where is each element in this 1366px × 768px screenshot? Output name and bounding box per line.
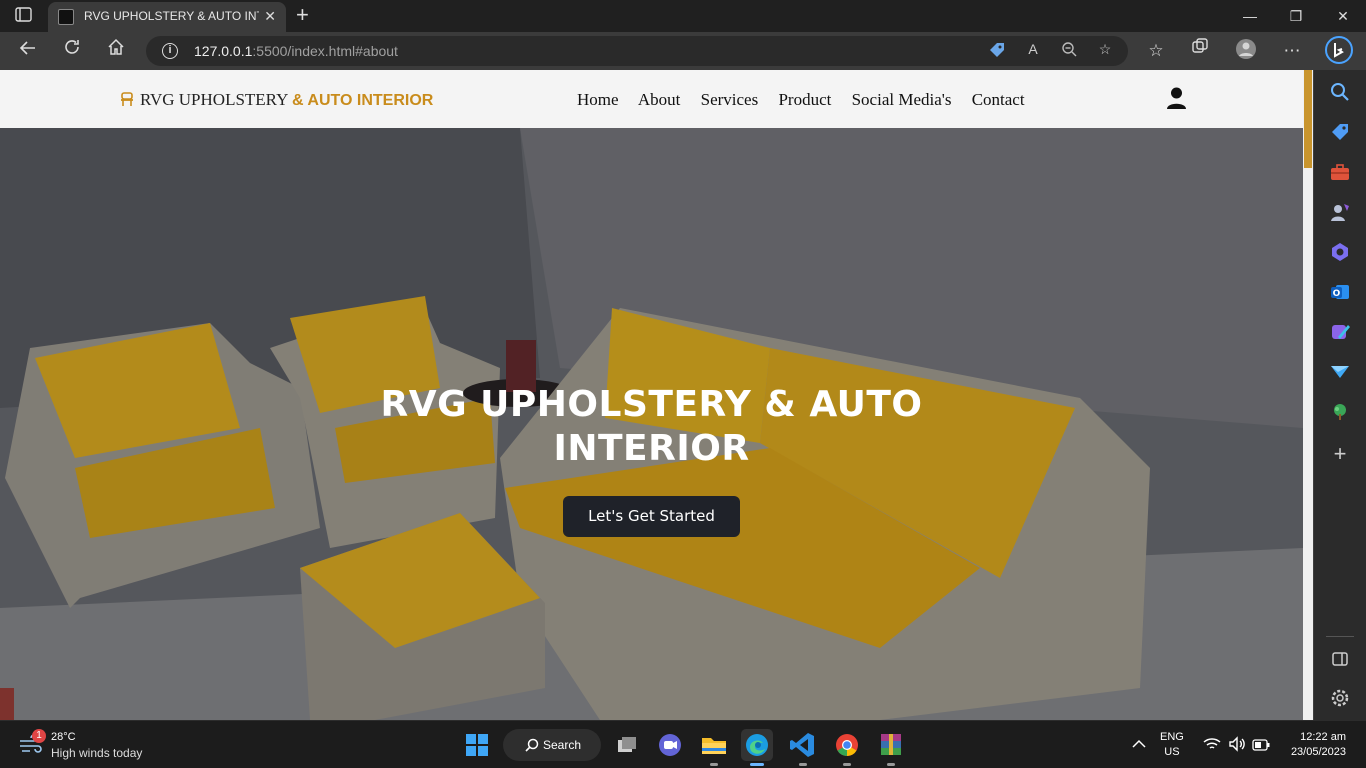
profile-avatar-icon[interactable] — [1232, 38, 1260, 64]
site-logo[interactable]: RVG UPHOLSTERY & AUTO INTERIOR — [120, 90, 433, 110]
running-indicator — [799, 763, 807, 766]
tab-strip: RVG UPHOLSTERY & AUTO INTERIOR ✕ + — ❐ ✕ — [0, 0, 1366, 32]
site-nav: Home About Services Product Social Media… — [577, 90, 1041, 110]
svg-text:O: O — [1333, 289, 1341, 299]
send-icon[interactable] — [1329, 361, 1351, 383]
more-menu-icon[interactable]: ⋯ — [1278, 38, 1306, 64]
nav-services[interactable]: Services — [701, 90, 759, 109]
search-glass-icon — [525, 738, 539, 755]
clock-date: 23/05/2023 — [1290, 746, 1346, 758]
logo-main-text: RVG UPHOLSTERY — [140, 90, 292, 109]
add-favorite-icon[interactable]: ☆ — [1094, 41, 1116, 61]
start-icon[interactable] — [461, 729, 493, 761]
chrome-icon[interactable] — [831, 729, 863, 766]
tools-icon[interactable] — [1329, 161, 1351, 183]
user-icon[interactable] — [1166, 87, 1187, 109]
edge-icon[interactable] — [741, 729, 773, 766]
close-window-button[interactable]: ✕ — [1320, 4, 1366, 28]
weather-temperature[interactable]: 28°C — [51, 731, 76, 743]
nav-home[interactable]: Home — [577, 90, 619, 109]
hero-section: RVG UPHOLSTERY & AUTO INTERIOR Let's Get… — [0, 128, 1303, 720]
sidebar-divider — [1326, 636, 1354, 637]
hero-title-line2: INTERIOR — [553, 428, 750, 469]
nav-about[interactable]: About — [638, 90, 681, 109]
shopping-tag-icon[interactable] — [1329, 121, 1351, 143]
teams-icon[interactable] — [654, 729, 686, 761]
logo-accent-text: & AUTO INTERIOR — [291, 92, 434, 109]
language-code: ENG — [1160, 731, 1184, 743]
winrar-icon[interactable] — [875, 729, 907, 766]
outlook-icon[interactable]: O — [1329, 281, 1351, 303]
site-info-icon[interactable]: i — [162, 43, 178, 59]
region-code: US — [1164, 746, 1180, 758]
new-tab-button[interactable]: + — [296, 2, 309, 28]
taskbar-search[interactable]: Search — [503, 729, 601, 761]
hero-title-line1: RVG UPHOLSTERY & AUTO — [380, 384, 923, 425]
tab-title: RVG UPHOLSTERY & AUTO INTERIOR — [84, 9, 259, 23]
clock[interactable]: 12:22 am 23/05/2023 — [1284, 730, 1346, 760]
chair-icon — [120, 91, 134, 106]
maximize-button[interactable]: ❐ — [1273, 4, 1319, 28]
nav-social-media[interactable]: Social Media's — [852, 90, 952, 109]
get-started-button[interactable]: Let's Get Started — [563, 496, 740, 537]
site-header: RVG UPHOLSTERY & AUTO INTERIOR Home Abou… — [0, 70, 1303, 128]
running-indicator — [843, 763, 851, 766]
add-icon[interactable]: + — [1329, 443, 1351, 465]
nav-contact[interactable]: Contact — [972, 90, 1025, 109]
search-icon[interactable] — [1329, 81, 1351, 103]
site-favicon — [58, 9, 74, 25]
split-screen-icon[interactable] — [1329, 648, 1351, 670]
tab-actions-icon[interactable] — [15, 7, 33, 28]
office-icon[interactable] — [1329, 241, 1351, 263]
hero-title: RVG UPHOLSTERY & AUTO INTERIOR — [350, 383, 953, 471]
designer-icon[interactable] — [1329, 321, 1351, 343]
page-viewport: RVG UPHOLSTERY & AUTO INTERIOR Home Abou… — [0, 70, 1303, 720]
refresh-icon[interactable] — [58, 38, 86, 64]
home-icon[interactable] — [102, 38, 130, 64]
weather-description[interactable]: High winds today — [51, 746, 142, 760]
taskbar: 1 28°C High winds today Search ENG US 12… — [0, 720, 1366, 768]
battery-icon[interactable] — [1252, 738, 1270, 756]
address-bar[interactable]: i 127.0.0.1:5500/index.html#about A ☆ — [146, 36, 1128, 66]
vscode-icon[interactable] — [787, 729, 819, 766]
file-explorer-icon[interactable] — [698, 729, 730, 766]
running-indicator — [710, 763, 718, 766]
weather-alert-badge: 1 — [32, 729, 46, 743]
close-tab-icon[interactable]: ✕ — [264, 8, 276, 25]
url-text[interactable]: 127.0.0.1:5500/index.html#about — [194, 43, 398, 59]
active-indicator — [750, 763, 764, 766]
input-language[interactable]: ENG US — [1160, 730, 1184, 760]
games-icon[interactable] — [1329, 201, 1351, 223]
task-view-icon[interactable] — [611, 729, 643, 761]
taskbar-search-label: Search — [543, 738, 582, 752]
settings-icon[interactable] — [1329, 687, 1351, 709]
scrollbar-thumb[interactable] — [1304, 70, 1312, 168]
clock-time: 12:22 am — [1300, 731, 1346, 743]
collections-icon[interactable] — [1186, 38, 1214, 64]
favorites-icon[interactable]: ☆ — [1142, 38, 1170, 64]
edge-sidebar: O + — [1313, 70, 1366, 720]
browser-toolbar: i 127.0.0.1:5500/index.html#about A ☆ ☆ … — [0, 32, 1366, 70]
tree-icon[interactable] — [1329, 401, 1351, 423]
nav-product[interactable]: Product — [778, 90, 831, 109]
minimize-button[interactable]: — — [1227, 4, 1273, 28]
show-hidden-icons-icon[interactable] — [1132, 736, 1146, 754]
page-scrollbar[interactable] — [1303, 70, 1313, 720]
back-icon[interactable] — [14, 38, 42, 64]
browser-tab[interactable]: RVG UPHOLSTERY & AUTO INTERIOR ✕ — [48, 2, 286, 32]
zoom-icon[interactable] — [1058, 41, 1080, 61]
read-aloud-icon[interactable]: A — [1022, 41, 1044, 61]
bing-icon[interactable] — [1325, 36, 1353, 64]
running-indicator — [887, 763, 895, 766]
volume-icon[interactable] — [1228, 736, 1246, 757]
tracking-tag-icon[interactable] — [986, 41, 1008, 61]
wifi-icon[interactable] — [1203, 736, 1221, 757]
